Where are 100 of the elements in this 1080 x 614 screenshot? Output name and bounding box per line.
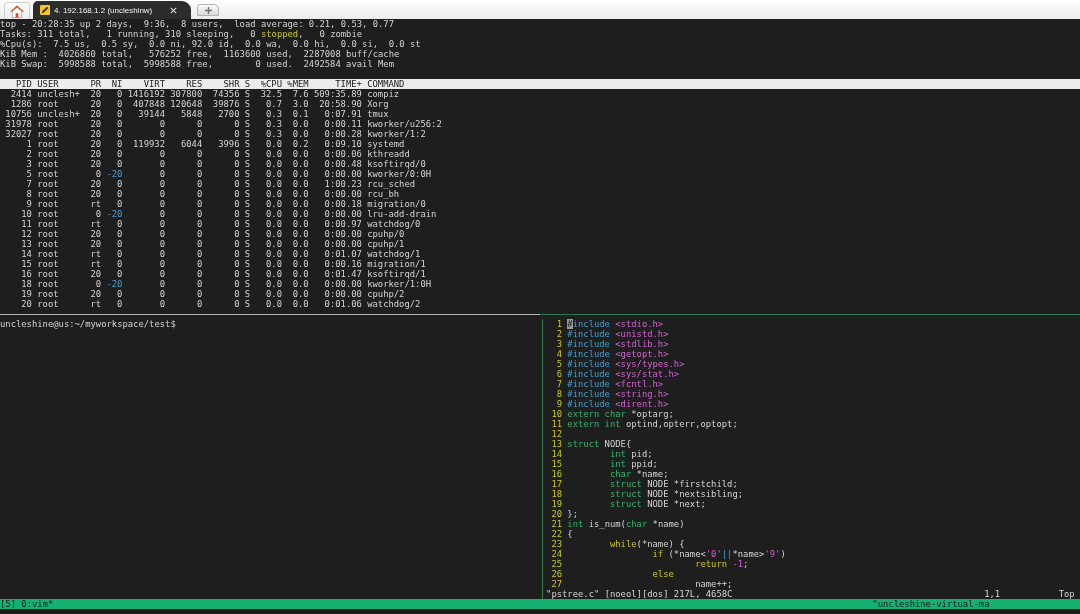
table-cell-text: 0 xyxy=(195,229,203,239)
table-cell-text: 0.0 xyxy=(265,259,283,269)
table-cell-text: 0.0 xyxy=(265,289,283,299)
code-line: extern int optind,opterr,optopt; xyxy=(567,419,738,429)
table-cell-text: 0:01.07 xyxy=(323,249,362,259)
table-cell: S xyxy=(244,239,251,249)
line-number: 11 xyxy=(550,419,563,429)
table-cell-text: 0 xyxy=(116,239,123,249)
table-cell-text: 0.0 xyxy=(265,159,283,169)
line-number: 15 xyxy=(550,459,563,469)
session-tab[interactable]: 4. 192.168.1.2 (uncleshinw) xyxy=(33,1,191,19)
code-line: struct NODE *nextsibling; xyxy=(608,489,744,499)
table-cell: migration/1 xyxy=(367,259,426,269)
table-cell-text: 20 xyxy=(89,179,102,189)
table-cell-text: 0.0 xyxy=(265,269,283,279)
code-line: }; xyxy=(567,509,578,519)
table-cell-text: 0 xyxy=(233,219,240,229)
code-line: #include <unistd.h> xyxy=(567,329,669,339)
table-cell: cpuhp/2 xyxy=(367,289,405,299)
table-cell: -20 xyxy=(106,279,123,289)
column-header: SHR xyxy=(222,79,240,89)
table-cell-text: 0 xyxy=(116,149,123,159)
table-cell-text: 0 xyxy=(195,149,203,159)
table-cell-text: 0 xyxy=(116,249,123,259)
table-cell: S xyxy=(244,129,251,139)
table-cell: lru-add-drain xyxy=(367,209,437,219)
table-cell-text: 0.0 xyxy=(265,169,283,179)
table-cell-text: 20:58.90 xyxy=(318,99,362,109)
table-cell-text: 0 xyxy=(116,139,123,149)
table-cell-text: 0:00.00 xyxy=(323,169,362,179)
column-header: PR xyxy=(89,79,102,89)
table-cell-text: 0 xyxy=(116,299,123,309)
table-cell-text: rt xyxy=(89,299,102,309)
table-cell-text: 407848 xyxy=(132,99,165,109)
table-cell-text: 1286 xyxy=(9,99,32,109)
table-cell-text: 20 xyxy=(89,139,102,149)
close-icon[interactable] xyxy=(170,6,177,14)
line-number: 10 xyxy=(550,409,563,419)
table-cell-text: 32.5 xyxy=(259,89,283,99)
table-cell-text: 0:00.16 xyxy=(323,259,362,269)
line-number: 17 xyxy=(550,479,563,489)
code-line: int is_num(char *name) xyxy=(567,519,685,529)
table-cell-text: root xyxy=(37,149,60,159)
table-cell: unclesh+ xyxy=(37,109,80,119)
table-cell-text: 0 xyxy=(116,159,123,169)
table-cell-text: root xyxy=(37,99,60,109)
table-cell-text: 0 xyxy=(233,119,240,129)
table-cell-text: 0 xyxy=(195,119,203,129)
line-number: 13 xyxy=(550,439,563,449)
table-cell-text: 0 xyxy=(116,229,123,239)
table-cell-text: 0 xyxy=(158,159,165,169)
cursor-position: 1,1 xyxy=(984,589,1002,599)
table-cell-text: 0.0 xyxy=(265,219,283,229)
code-line: #include <sys/stat.h> xyxy=(567,369,680,379)
new-tab-button[interactable] xyxy=(197,4,219,16)
table-cell-text: 0:00.00 xyxy=(323,209,362,219)
table-cell-text: 20 xyxy=(89,89,102,99)
table-cell-text: 6044 xyxy=(179,139,203,149)
table-cell-text: 0.0 xyxy=(291,119,309,129)
table-cell-text: 0 xyxy=(116,89,123,99)
table-cell: S xyxy=(244,149,251,159)
table-cell-text: 0.0 xyxy=(291,169,309,179)
table-cell-text: 10 xyxy=(20,209,32,219)
table-cell: kworker/u256:2 xyxy=(367,119,442,129)
column-header: VIRT xyxy=(142,79,165,89)
table-cell-text: 2 xyxy=(25,149,32,159)
table-cell-text: 0.0 xyxy=(291,209,309,219)
table-cell-text: 0 xyxy=(233,209,240,219)
table-cell-text: 0:00.06 xyxy=(323,149,362,159)
table-cell-text: 0 xyxy=(233,259,240,269)
table-cell-text: 0 xyxy=(195,289,203,299)
code-line: #include <getopt.h> xyxy=(567,349,669,359)
window-tab[interactable]: 0:vim* xyxy=(21,599,54,609)
table-cell-text: 0:01.47 xyxy=(323,269,362,279)
table-cell-text: 0.0 xyxy=(265,299,283,309)
table-cell-text: 3.0 xyxy=(291,99,309,109)
table-cell: 307800 xyxy=(170,89,203,99)
table-cell-text: 0:00.00 xyxy=(323,239,362,249)
table-cell-text: 0.0 xyxy=(291,179,309,189)
table-cell-text: 0 xyxy=(195,129,203,139)
table-cell-text: root xyxy=(37,139,60,149)
table-cell-text: 0 xyxy=(195,249,203,259)
table-cell-text: 0 xyxy=(233,289,240,299)
table-cell-text: 0.0 xyxy=(291,279,309,289)
table-cell: watchdog/1 xyxy=(367,249,421,259)
table-cell-text: 0.0 xyxy=(265,279,283,289)
table-cell-text: 0 xyxy=(195,209,203,219)
line-number: 20 xyxy=(550,509,563,519)
code-line: name++; xyxy=(694,579,733,589)
table-cell-text: root xyxy=(37,119,60,129)
table-cell-text: 3 xyxy=(25,159,32,169)
line-number: 6 xyxy=(555,369,563,379)
line-number: 23 xyxy=(550,539,563,549)
line-number: 26 xyxy=(550,569,563,579)
table-cell-text: 14 xyxy=(20,249,32,259)
pencil-icon xyxy=(40,5,50,15)
home-tab[interactable] xyxy=(4,2,30,19)
table-cell-text: 0.0 xyxy=(265,149,283,159)
table-cell-text: 0:00.48 xyxy=(323,159,362,169)
table-cell: tmux xyxy=(367,109,389,119)
